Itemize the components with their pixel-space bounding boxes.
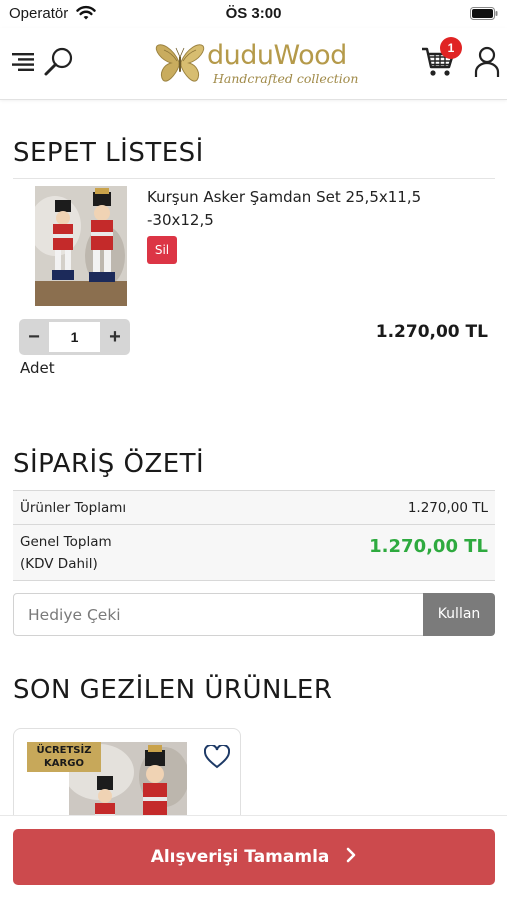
- butterfly-icon: [155, 44, 205, 82]
- delete-button[interactable]: Sil: [147, 236, 177, 264]
- quantity-increase-button[interactable]: +: [100, 319, 130, 355]
- quantity-value[interactable]: 1: [49, 322, 100, 352]
- status-time: ÖS 3:00: [225, 5, 282, 22]
- badge-line: ÜCRETSİZ: [36, 745, 92, 756]
- summary-row-grand-total: Genel Toplam (KDV Dahil) 1.270,00 TL: [13, 524, 495, 581]
- quantity-label: Adet: [20, 359, 55, 377]
- nutcracker-image: [35, 186, 127, 306]
- battery-icon: [470, 7, 498, 20]
- cart-count-badge: 1: [440, 37, 462, 59]
- free-shipping-badge: ÜCRETSİZ KARGO: [27, 742, 101, 772]
- product-name[interactable]: Kurşun Asker Şamdan Set 25,5x11,5 -30x12…: [147, 186, 477, 232]
- checkout-bar: Alışverişi Tamamla: [0, 815, 507, 900]
- badge-line: KARGO: [44, 758, 84, 769]
- user-icon[interactable]: [474, 46, 500, 78]
- products-total-value: 1.270,00 TL: [407, 500, 488, 516]
- logo-tagline: Handcrafted collection: [213, 71, 359, 86]
- summary-row-products: Ürünler Toplamı 1.270,00 TL: [13, 490, 495, 524]
- chevron-right-icon: [347, 847, 356, 863]
- search-icon[interactable]: [43, 46, 75, 78]
- grand-total-value: 1.270,00 TL: [369, 536, 488, 557]
- app-header: duduWood Handcrafted collection 1: [0, 28, 507, 100]
- item-price: 1.270,00 TL: [375, 322, 488, 342]
- product-image[interactable]: [35, 186, 127, 306]
- cart-section-title: SEPET LİSTESİ: [13, 138, 204, 168]
- grand-total-vat-note: (KDV Dahil): [20, 556, 98, 572]
- gift-voucher-input[interactable]: [13, 593, 424, 636]
- heart-icon[interactable]: [204, 745, 230, 769]
- brand-logo[interactable]: duduWood Handcrafted collection: [155, 40, 359, 90]
- quantity-stepper: − 1 +: [19, 319, 130, 355]
- divider: [13, 178, 495, 179]
- menu-icon[interactable]: [12, 51, 34, 73]
- products-total-label: Ürünler Toplamı: [20, 500, 127, 516]
- quantity-decrease-button[interactable]: −: [19, 319, 49, 355]
- apply-voucher-button[interactable]: Kullan: [423, 593, 495, 636]
- logo-wordmark: duduWood: [207, 40, 347, 71]
- checkout-button-label: Alışverişi Tamamla: [150, 847, 330, 867]
- checkout-button[interactable]: Alışverişi Tamamla: [13, 829, 495, 885]
- summary-section-title: SİPARİŞ ÖZETİ: [13, 449, 205, 479]
- grand-total-label: Genel Toplam: [20, 534, 112, 550]
- cart-button[interactable]: 1: [421, 37, 465, 84]
- status-bar: Operatör ÖS 3:00: [0, 0, 507, 28]
- recent-section-title: SON GEZİLEN ÜRÜNLER: [13, 675, 333, 705]
